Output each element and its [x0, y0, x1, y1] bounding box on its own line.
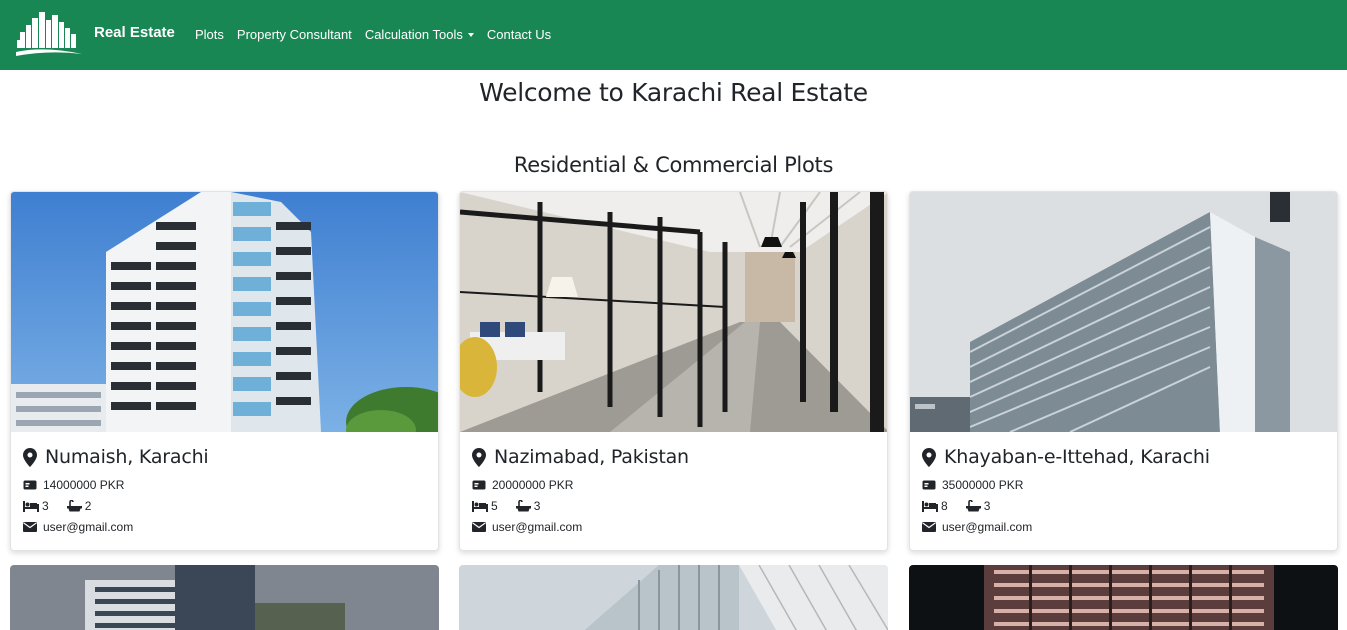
price-row: 14000000 PKR: [23, 478, 426, 492]
location-heading: Numaish, Karachi: [23, 446, 426, 468]
brand-name[interactable]: Real Estate: [94, 24, 175, 41]
beds-count: 3: [42, 499, 49, 513]
card-body: Khayaban-e-Ittehad, Karachi 35000000 PKR…: [910, 432, 1337, 534]
beds-pair: 5: [472, 499, 498, 513]
envelope-icon: [922, 522, 936, 532]
nav-link-calculation-tools-label: Calculation Tools: [364, 27, 463, 42]
email-text[interactable]: user@gmail.com: [492, 520, 582, 534]
nav-link-contact-us[interactable]: Contact Us: [487, 27, 551, 42]
rooms-row: 5 3: [472, 499, 875, 513]
nav-link-property-consultant[interactable]: Property Consultant: [237, 27, 352, 42]
money-bill-icon: [23, 480, 37, 490]
beds-pair: 3: [23, 499, 49, 513]
email-row: user@gmail.com: [23, 520, 426, 534]
bath-icon: [66, 500, 82, 512]
property-image: [459, 565, 888, 630]
location-text: Numaish, Karachi: [45, 446, 209, 468]
map-pin-icon: [23, 447, 37, 467]
price-row: 35000000 PKR: [922, 478, 1325, 492]
bed-icon: [23, 500, 39, 512]
property-image: [10, 565, 439, 630]
nav-links: Plots Property Consultant Calculation To…: [195, 27, 564, 42]
map-pin-icon: [922, 447, 936, 467]
property-card[interactable]: Khayaban-e-Ittehad, Karachi 35000000 PKR…: [909, 191, 1338, 551]
location-text: Nazimabad, Pakistan: [494, 446, 689, 468]
card-body: Nazimabad, Pakistan 20000000 PKR 5 3 use…: [460, 432, 887, 534]
location-heading: Nazimabad, Pakistan: [472, 446, 875, 468]
page-title: Welcome to Karachi Real Estate: [479, 78, 868, 107]
price-text: 14000000 PKR: [43, 478, 125, 492]
baths-count: 3: [983, 499, 991, 513]
caret-down-icon: [467, 32, 474, 37]
property-card[interactable]: Numaish, Karachi 14000000 PKR 3 2 user@g…: [10, 191, 439, 551]
baths-pair: 3: [965, 499, 991, 513]
property-card-partial[interactable]: [909, 565, 1338, 630]
money-bill-icon: [472, 480, 486, 490]
nav-link-calculation-tools[interactable]: Calculation Tools: [365, 27, 474, 42]
email-text[interactable]: user@gmail.com: [942, 520, 1032, 534]
email-row: user@gmail.com: [922, 520, 1325, 534]
bed-icon: [472, 500, 488, 512]
property-card[interactable]: Nazimabad, Pakistan 20000000 PKR 5 3 use…: [459, 191, 888, 551]
beds-pair: 8: [922, 499, 948, 513]
property-card-partial[interactable]: [459, 565, 888, 630]
location-heading: Khayaban-e-Ittehad, Karachi: [922, 446, 1325, 468]
baths-pair: 2: [66, 499, 92, 513]
map-pin-icon: [472, 447, 486, 467]
location-text: Khayaban-e-Ittehad, Karachi: [944, 446, 1210, 468]
bath-icon: [515, 500, 531, 512]
section-title: Residential & Commercial Plots: [513, 153, 834, 177]
price-row: 20000000 PKR: [472, 478, 875, 492]
nav-link-plots[interactable]: Plots: [195, 27, 224, 42]
rooms-row: 3 2: [23, 499, 426, 513]
property-image: [910, 192, 1337, 432]
property-card-partial[interactable]: [10, 565, 439, 630]
price-text: 35000000 PKR: [942, 478, 1024, 492]
price-text: 20000000 PKR: [492, 478, 574, 492]
city-skyline-logo-icon[interactable]: [14, 10, 84, 60]
envelope-icon: [23, 522, 37, 532]
bath-icon: [965, 500, 981, 512]
money-bill-icon: [922, 480, 936, 490]
baths-count: 3: [533, 499, 541, 513]
email-row: user@gmail.com: [472, 520, 875, 534]
bed-icon: [922, 500, 938, 512]
property-image: [909, 565, 1338, 630]
envelope-icon: [472, 522, 486, 532]
rooms-row: 8 3: [922, 499, 1325, 513]
property-image: [11, 192, 438, 432]
property-image: [460, 192, 887, 432]
baths-count: 2: [84, 499, 92, 513]
card-body: Numaish, Karachi 14000000 PKR 3 2 user@g…: [11, 432, 438, 534]
navbar: Real Estate Plots Property Consultant Ca…: [0, 0, 1347, 70]
baths-pair: 3: [515, 499, 541, 513]
email-text[interactable]: user@gmail.com: [43, 520, 133, 534]
beds-count: 5: [491, 499, 498, 513]
beds-count: 8: [941, 499, 948, 513]
